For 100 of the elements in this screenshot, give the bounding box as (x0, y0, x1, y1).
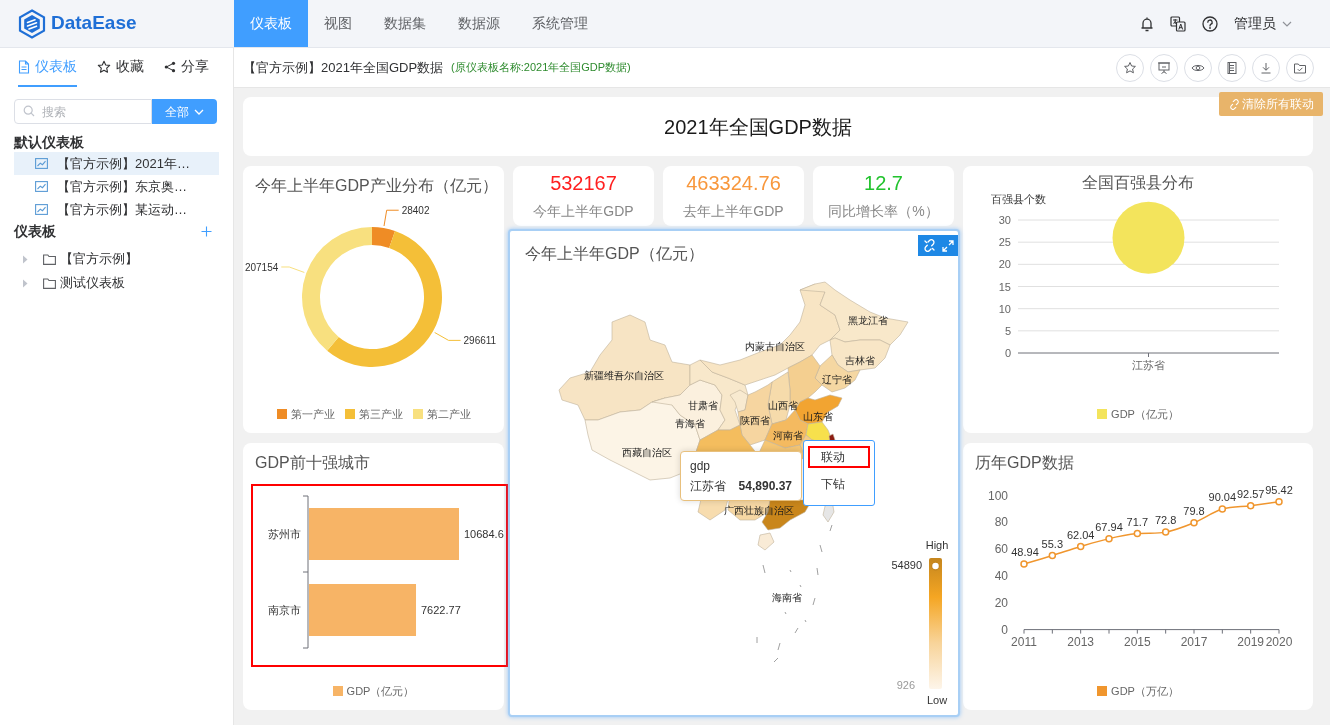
star-button[interactable] (1116, 53, 1144, 82)
legend-label: GDP（亿元） (346, 683, 415, 699)
kpi-label: 同比增长率（%） (828, 202, 939, 221)
data-point (1218, 505, 1227, 513)
axis-label: 2015 (1124, 634, 1151, 649)
data-label: 28402 (401, 205, 430, 217)
axis-label: 80 (994, 515, 1008, 530)
folder-button[interactable] (1286, 53, 1314, 82)
data-label: 48.94 (1011, 546, 1039, 559)
chart-title: 全国百强县分布 (1082, 174, 1194, 191)
region-label: 河南省 (773, 430, 803, 441)
unlink-icon[interactable] (922, 239, 936, 252)
axis-label: 2011 (1011, 634, 1037, 649)
nav-tab[interactable]: 数据集 (368, 0, 442, 47)
legend-label: 第二产业 (426, 406, 471, 422)
scale-label: 54890 (891, 559, 922, 571)
share-icon (164, 60, 176, 73)
axis-label: 2017 (1180, 634, 1208, 649)
data-point (1190, 519, 1198, 527)
dashboard-title: 【官方示例】2021年全国GDP数据 (243, 58, 444, 77)
axis-label: 20 (994, 595, 1008, 610)
logo-text: DataEase (51, 11, 137, 36)
data-label: 95.42 (1265, 483, 1293, 496)
menu-item[interactable]: 下钻 (808, 473, 870, 495)
dashboard-list-item[interactable]: 【官方示例】某运动… (14, 198, 219, 221)
region-label: 山东省 (803, 411, 833, 422)
axis-label: 苏州市 (268, 528, 301, 540)
region-label: 新疆维吾尔自治区 (584, 370, 664, 381)
kpi-label: 去年上半年GDP (683, 202, 784, 221)
leader-line (434, 332, 462, 341)
chart-icon (35, 158, 48, 169)
folder-name: 【官方示例】 (60, 250, 138, 269)
axis-label: 60 (994, 542, 1008, 557)
menu-item[interactable]: 联动 (808, 446, 870, 468)
scale-label: High (925, 539, 949, 551)
section-title: 仪表板 (14, 222, 56, 241)
tooltip-name: 江苏省 (690, 478, 726, 494)
axis-label: 100 (987, 488, 1008, 503)
region-label: 山西省 (768, 400, 798, 411)
nav-tab[interactable]: 视图 (308, 0, 368, 47)
data-label: 90.04 (1208, 491, 1237, 504)
region-label: 内蒙古自治区 (745, 341, 805, 352)
original-name-note: (原仪表板名称:2021年全国GDP数据) (451, 60, 631, 76)
nav-tab[interactable]: 系统管理 (516, 0, 604, 47)
chart-title: 今年上半年GDP（亿元） (525, 245, 704, 262)
data-point (1246, 501, 1255, 510)
region-label: 辽宁省 (822, 374, 852, 385)
data-label: 62.04 (1066, 528, 1095, 541)
kpi-label: 今年上半年GDP (533, 202, 634, 221)
dashboard-list-item[interactable]: 【官方示例】东京奥… (14, 175, 219, 198)
tree-item[interactable]: 【官方示例】 (0, 247, 233, 271)
axis-label: 南京市 (268, 604, 301, 616)
dashboard-name: 【官方示例】东京奥… (57, 177, 187, 196)
tooltip-value: 54,890.37 (738, 478, 792, 494)
axis-label: 2020 (1265, 634, 1293, 649)
folder-icon (43, 253, 56, 265)
region-label: 青海省 (675, 418, 705, 429)
data-point (1076, 542, 1085, 551)
help-icon[interactable] (1202, 15, 1218, 32)
tooltip-title: gdp (690, 458, 712, 474)
search-field[interactable]: 搜索 (14, 99, 152, 124)
nav-tab[interactable]: 数据源 (442, 0, 516, 47)
section-title: 默认仪表板 (12, 133, 85, 152)
data-label: 207154 (244, 262, 279, 273)
chart-title: 今年上半年GDP产业分布（亿元） (255, 177, 498, 194)
legend-label: 第三产业 (358, 406, 403, 422)
data-label: 7622.77 (421, 604, 461, 616)
expand-icon[interactable] (941, 239, 954, 252)
folder-icon (43, 277, 56, 289)
chart-icon (35, 204, 48, 215)
plus-icon[interactable] (201, 225, 212, 237)
presentation-button[interactable] (1150, 53, 1178, 82)
data-label: 55.3 (1041, 537, 1064, 550)
region-label: 吉林省 (845, 355, 875, 366)
bell-icon[interactable] (1140, 15, 1154, 32)
swatch-icon (412, 409, 423, 419)
data-point (1105, 534, 1113, 543)
folder-name: 测试仪表板 (60, 274, 125, 293)
data-label: 92.57 (1236, 487, 1265, 500)
user-menu-button[interactable]: 管理员 (1234, 13, 1292, 34)
swatch-icon (344, 409, 355, 419)
kpi-value: 463324.76 (686, 171, 781, 195)
sidebar-tab[interactable]: 收藏 (97, 48, 144, 87)
dashboard-list-item[interactable]: 【官方示例】2021年… (14, 152, 219, 175)
document-button[interactable] (1218, 53, 1246, 82)
slider-handle-icon (930, 561, 941, 571)
data-point (1275, 498, 1283, 506)
tree-item[interactable]: 测试仪表板 (0, 271, 233, 295)
sidebar-tab[interactable]: 分享 (164, 48, 209, 87)
axis-label: 2019 (1237, 634, 1264, 649)
doc-icon (18, 59, 30, 74)
preview-button[interactable] (1184, 53, 1212, 82)
translate-icon[interactable] (1170, 15, 1186, 32)
chevron-down-icon (1282, 20, 1292, 27)
axis-label: 40 (994, 569, 1008, 584)
data-label: 67.94 (1095, 520, 1123, 533)
region-label: 陕西省 (740, 415, 770, 426)
data-label: 296611 (463, 335, 497, 347)
axis-label: 0 (1004, 347, 1011, 359)
scale-label: 926 (896, 679, 915, 691)
